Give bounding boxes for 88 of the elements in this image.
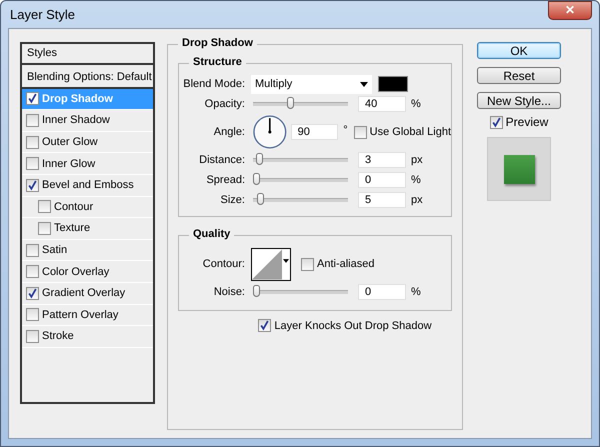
checkbox-label: Layer Knocks Out Drop Shadow bbox=[274, 320, 432, 332]
unit-label: % bbox=[411, 98, 421, 110]
checkbox[interactable] bbox=[26, 265, 39, 278]
style-label: Outer Glow bbox=[42, 136, 98, 148]
checkbox[interactable] bbox=[26, 136, 39, 149]
style-item[interactable]: Inner Shadow bbox=[22, 110, 153, 132]
caret-icon bbox=[360, 82, 368, 86]
checkbox[interactable] bbox=[258, 319, 272, 332]
style-item[interactable]: Inner Glow bbox=[22, 153, 153, 175]
slider[interactable] bbox=[253, 97, 348, 111]
slider-thumb[interactable] bbox=[287, 97, 294, 109]
field-label: Blend Mode: bbox=[182, 78, 246, 90]
input-field[interactable]: 3 bbox=[358, 152, 406, 168]
blend-mode-dropdown[interactable]: Multiply bbox=[251, 74, 372, 94]
field-label: Size: bbox=[220, 194, 246, 206]
style-label: Contour bbox=[54, 200, 94, 213]
field-label: Opacity: bbox=[204, 98, 246, 110]
checkbox[interactable] bbox=[38, 200, 51, 214]
checkbox[interactable] bbox=[354, 126, 367, 138]
field-label: Angle: bbox=[212, 126, 246, 138]
checkbox-label: Preview bbox=[506, 115, 548, 129]
square-icon bbox=[504, 154, 534, 184]
window-title: Layer Style bbox=[9, 7, 76, 22]
style-label: Inner Shadow bbox=[42, 114, 110, 126]
list-header: Styles bbox=[22, 44, 153, 65]
checkbox[interactable] bbox=[26, 114, 39, 127]
style-label: Satin bbox=[42, 244, 68, 256]
dialog-button[interactable]: New Style... bbox=[477, 92, 561, 109]
slider[interactable] bbox=[253, 173, 348, 187]
input-field[interactable]: 0 bbox=[358, 172, 406, 188]
input-field[interactable]: 5 bbox=[358, 192, 406, 208]
color-swatch[interactable] bbox=[378, 76, 408, 92]
style-label: Pattern Overlay bbox=[42, 308, 118, 321]
style-label: Stroke bbox=[42, 330, 74, 342]
style-item[interactable]: Stroke bbox=[22, 326, 153, 348]
input-field[interactable]: 90 bbox=[290, 124, 338, 140]
slider-thumb[interactable] bbox=[256, 153, 263, 165]
checkbox[interactable] bbox=[26, 308, 39, 322]
slider[interactable] bbox=[253, 285, 348, 299]
style-label: Texture bbox=[54, 222, 90, 234]
style-label: Color Overlay bbox=[42, 266, 110, 278]
slider-thumb[interactable] bbox=[253, 285, 260, 297]
style-item[interactable]: Outer Glow bbox=[22, 132, 153, 154]
style-item[interactable]: Pattern Overlay bbox=[22, 304, 153, 326]
checkbox-label: Anti-aliased bbox=[317, 258, 374, 270]
caret-icon bbox=[283, 258, 289, 262]
style-item[interactable]: Satin bbox=[22, 240, 153, 262]
unit-label: ° bbox=[343, 124, 348, 136]
unit-label: px bbox=[411, 194, 423, 206]
unit-label: % bbox=[411, 174, 421, 186]
style-item[interactable]: Bevel and Emboss bbox=[22, 174, 153, 197]
group-title: Structure bbox=[189, 56, 246, 68]
style-label: Bevel and Emboss bbox=[42, 179, 134, 192]
style-item[interactable]: Contour bbox=[22, 196, 153, 218]
slider[interactable] bbox=[253, 153, 348, 167]
checkbox[interactable] bbox=[26, 286, 39, 300]
checkbox[interactable] bbox=[26, 330, 39, 343]
slider-thumb[interactable] bbox=[257, 193, 264, 205]
group-title: Drop Shadow bbox=[178, 37, 257, 49]
checkbox[interactable] bbox=[38, 222, 51, 235]
checkbox[interactable] bbox=[26, 92, 39, 106]
dialog-button[interactable]: OK bbox=[477, 42, 561, 59]
contour-picker[interactable] bbox=[251, 248, 291, 280]
checkbox[interactable] bbox=[490, 116, 503, 128]
style-item[interactable]: Color Overlay bbox=[22, 261, 153, 283]
slider-thumb[interactable] bbox=[253, 173, 260, 185]
style-label: Inner Glow bbox=[42, 158, 96, 170]
checkbox[interactable] bbox=[301, 258, 314, 270]
field-label: Distance: bbox=[198, 154, 246, 166]
checkbox[interactable] bbox=[26, 178, 39, 192]
style-item[interactable]: Gradient Overlay bbox=[22, 282, 153, 305]
input-field[interactable]: 40 bbox=[358, 96, 406, 112]
slider[interactable] bbox=[253, 193, 348, 207]
angle-dial[interactable] bbox=[253, 115, 287, 149]
field-label: Contour: bbox=[202, 258, 246, 270]
checkbox[interactable] bbox=[26, 157, 39, 170]
field-label: Noise: bbox=[212, 286, 246, 298]
style-item[interactable]: Texture bbox=[22, 218, 153, 240]
unit-label: px bbox=[411, 154, 423, 166]
group-title: Quality bbox=[189, 228, 234, 240]
dialog-button[interactable]: Reset bbox=[477, 67, 561, 84]
checkbox[interactable] bbox=[26, 244, 39, 257]
field-label: Spread: bbox=[205, 174, 246, 186]
unit-label: % bbox=[411, 286, 421, 298]
checkbox-label: Use Global Light bbox=[370, 126, 451, 138]
input-field[interactable]: 0 bbox=[358, 284, 406, 300]
style-label: Gradient Overlay bbox=[42, 287, 126, 300]
style-label: Drop Shadow bbox=[42, 92, 113, 105]
